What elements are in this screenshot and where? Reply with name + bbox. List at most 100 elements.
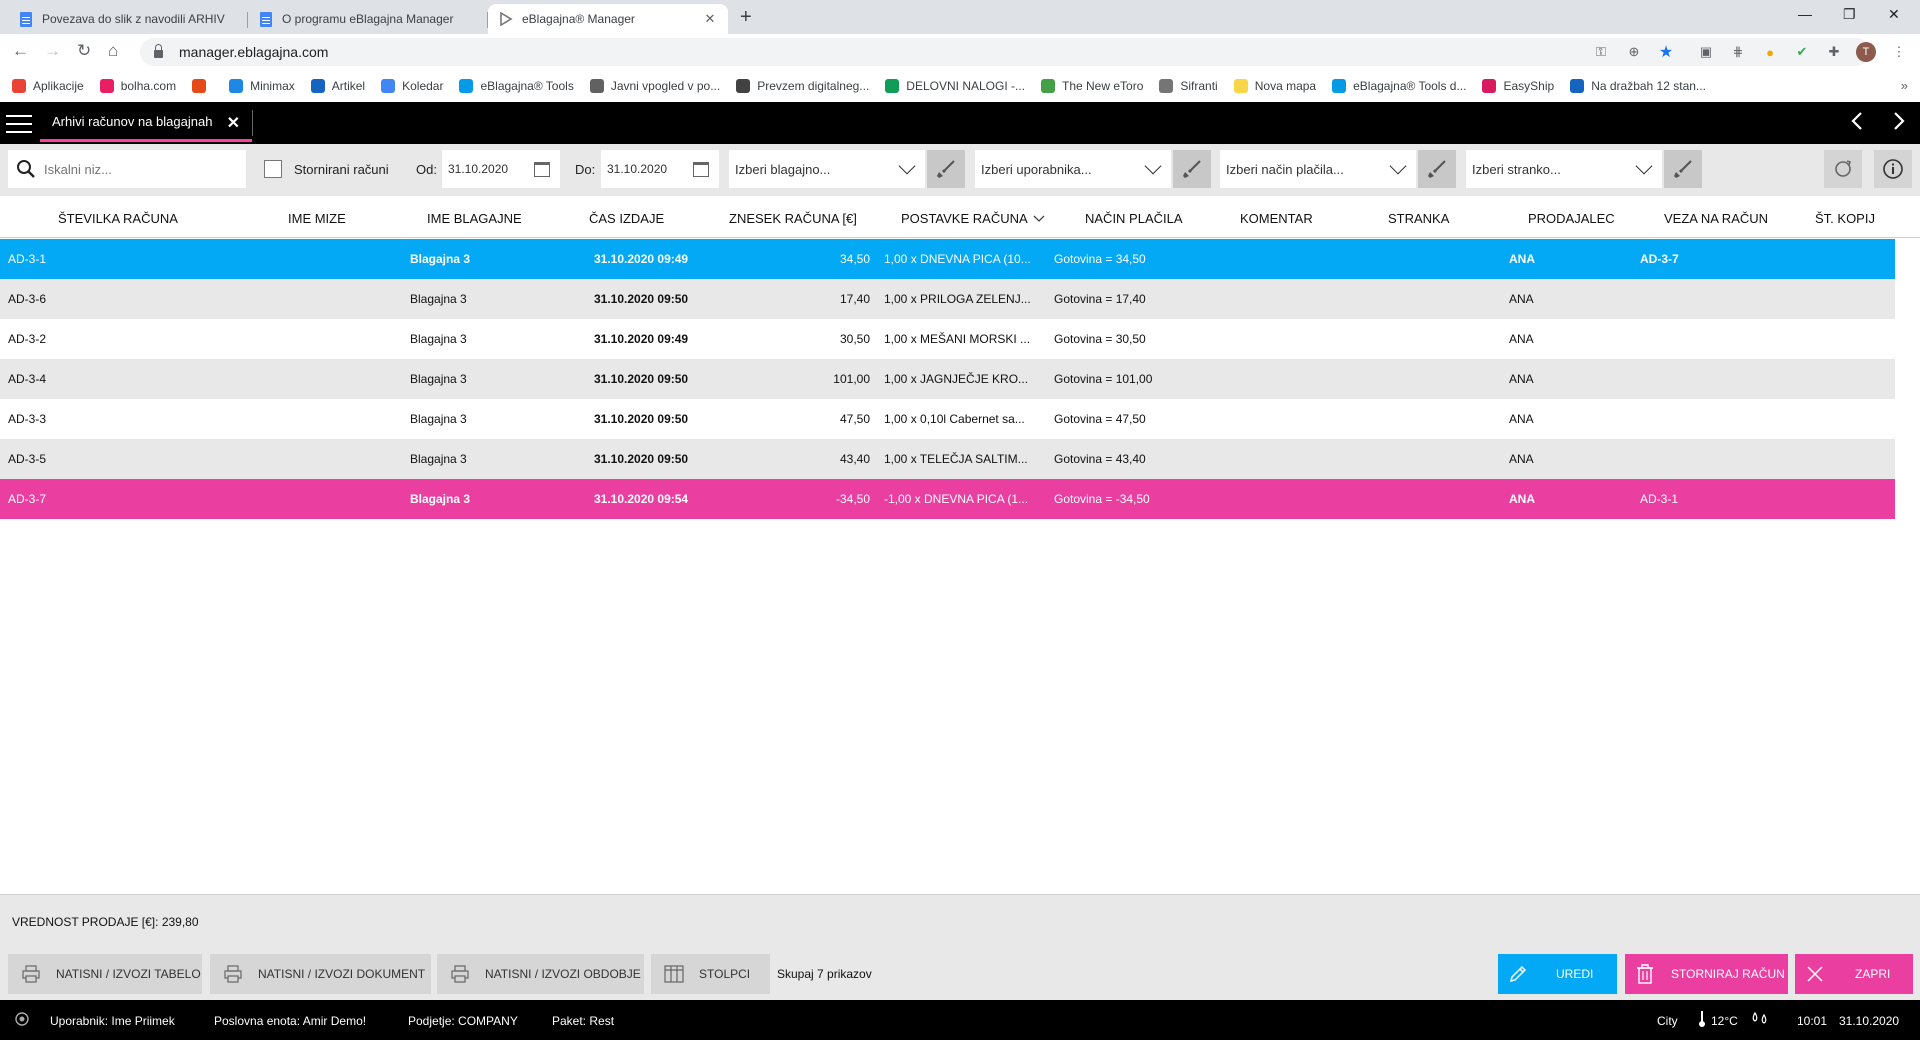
register-select[interactable]: Izberi blagajno... (729, 150, 925, 188)
column-header-table[interactable]: IME MIZE (288, 211, 346, 226)
new-tab-button[interactable]: + (740, 6, 752, 29)
print-period-button[interactable]: NATISNI / IZVOZI OBDOBJE (437, 954, 644, 994)
bookmark-star-icon[interactable]: ★ (1657, 43, 1675, 61)
column-header-customer[interactable]: STRANKA (1388, 211, 1449, 226)
bookmark-item[interactable]: bolha.com (99, 79, 176, 93)
browser-tab[interactable]: O programu eBlagajna Manager (248, 4, 488, 34)
window-close-icon[interactable]: ✕ (1888, 6, 1900, 23)
address-bar[interactable]: manager.eblagajna.com (140, 38, 1870, 66)
refresh-button[interactable] (1824, 150, 1862, 188)
home-icon[interactable]: ⌂ (108, 41, 118, 61)
bookmark-item[interactable]: Minimax (229, 79, 295, 93)
column-header-payment[interactable]: NAČIN PLAČILA (1085, 211, 1183, 226)
info-button[interactable] (1874, 150, 1912, 188)
reload-icon[interactable]: ↻ (77, 41, 91, 61)
customer-select[interactable]: Izberi stranko... (1466, 150, 1662, 188)
columns-button[interactable]: STOLPCI (651, 954, 770, 994)
column-header-time[interactable]: ČAS IZDAJE (589, 211, 664, 226)
print-table-button[interactable]: NATISNI / IZVOZI TABELO (8, 954, 202, 994)
restore-icon[interactable]: ❐ (1843, 6, 1856, 23)
clear-user-button[interactable] (1173, 150, 1211, 188)
bookmark-item[interactable]: Javni vpogled v po... (589, 79, 720, 93)
cell-number: AD-3-5 (8, 452, 47, 466)
cell-amount: 34,50 (839, 252, 870, 266)
storno-filter[interactable]: Stornirani računi (264, 160, 389, 178)
back-icon[interactable]: ← (12, 41, 29, 61)
payment-select[interactable]: Izberi način plačila... (1220, 150, 1416, 188)
bookmark-item[interactable]: eBlagajna® Tools (459, 79, 574, 93)
chevron-right-icon[interactable] (1892, 111, 1906, 137)
key-icon[interactable]: ⚿ (1592, 43, 1610, 61)
minimize-icon[interactable]: — (1798, 6, 1812, 22)
bookmark-item[interactable]: Aplikacije (12, 79, 84, 93)
table-row[interactable]: AD-3-7 Blagajna 3 31.10.2020 09:54 -34,5… (0, 479, 1895, 519)
bookmark-item[interactable]: EasyShip (1482, 79, 1554, 93)
table-row[interactable]: AD-3-2 Blagajna 3 31.10.2020 09:49 30,50… (0, 319, 1895, 359)
table-row[interactable]: AD-3-4 Blagajna 3 31.10.2020 09:50 101,0… (0, 359, 1895, 399)
print-document-button[interactable]: NATISNI / IZVOZI DOKUMENT (210, 954, 431, 994)
hamburger-menu-icon[interactable] (6, 115, 32, 133)
to-date-input[interactable] (607, 162, 691, 176)
to-date-field[interactable] (601, 150, 719, 188)
chevron-left-icon[interactable] (1850, 111, 1864, 137)
zoom-icon[interactable]: ⊕ (1625, 43, 1643, 61)
calendar-icon[interactable] (693, 162, 709, 177)
bookmark-item[interactable]: Nova mapa (1233, 79, 1316, 93)
user-select[interactable]: Izberi uporabnika... (975, 150, 1171, 188)
column-header-number[interactable]: ŠTEVILKA RAČUNA (58, 211, 178, 226)
from-date-input[interactable] (448, 162, 532, 176)
extension-grid-icon[interactable]: ⋕ (1729, 43, 1747, 61)
edit-button[interactable]: UREDI (1498, 954, 1617, 994)
bookmark-item[interactable]: eBlagajna® Tools d... (1332, 79, 1466, 93)
cell-register: Blagajna 3 (410, 252, 471, 266)
table-row[interactable]: AD-3-3 Blagajna 3 31.10.2020 09:50 47,50… (0, 399, 1895, 439)
cell-time: 31.10.2020 09:54 (594, 492, 689, 506)
column-header-copies[interactable]: ŠT. KOPIJ (1815, 211, 1875, 226)
column-header-register[interactable]: IME BLAGAJNE (427, 211, 522, 226)
close-tab-icon[interactable]: ✕ (702, 11, 718, 27)
extension-check-icon[interactable]: ✔ (1793, 43, 1811, 61)
column-header-seller[interactable]: PRODAJALEC (1528, 211, 1615, 226)
cell-payment: Gotovina = 43,40 (1054, 452, 1146, 466)
bookmark-item[interactable] (192, 79, 213, 93)
menu-kebab-icon[interactable]: ⋮ (1890, 43, 1908, 61)
extension-shield-icon[interactable]: ▣ (1697, 43, 1715, 61)
column-header-link[interactable]: VEZA NA RAČUN (1664, 211, 1768, 226)
clear-customer-button[interactable] (1664, 150, 1702, 188)
from-date-field[interactable] (442, 150, 560, 188)
close-button[interactable]: ZAPRI (1795, 954, 1913, 994)
column-header-items[interactable]: POSTAVKE RAČUNA (901, 211, 1045, 226)
calendar-icon[interactable] (534, 162, 550, 177)
bookmark-item[interactable]: Na dražbah 12 stan... (1570, 79, 1706, 93)
storno-button[interactable]: STORNIRAJ RAČUN (1625, 954, 1788, 994)
clear-register-button[interactable] (927, 150, 965, 188)
column-header-amount[interactable]: ZNESEK RAČUNA [€] (729, 211, 857, 226)
clear-payment-button[interactable] (1418, 150, 1456, 188)
app-tab-archive[interactable]: Arhivi računov na blagajnah ✕ (40, 104, 252, 142)
bookmark-item[interactable]: DELOVNI NALOGI -... (885, 79, 1025, 93)
column-header-comment[interactable]: KOMENTAR (1240, 211, 1313, 226)
forward-icon[interactable]: → (44, 41, 61, 61)
table-row[interactable]: AD-3-5 Blagajna 3 31.10.2020 09:50 43,40… (0, 439, 1895, 479)
bookmark-item[interactable]: The New eToro (1041, 79, 1143, 93)
print-table-label: NATISNI / IZVOZI TABELO (56, 967, 201, 981)
extensions-puzzle-icon[interactable]: ✚ (1825, 43, 1843, 61)
bookmark-item[interactable]: Artikel (310, 79, 365, 93)
search-box[interactable] (8, 150, 246, 188)
cell-time: 31.10.2020 09:50 (594, 452, 689, 466)
bookmark-item[interactable]: Prevzem digitalneg... (736, 79, 869, 93)
table-row[interactable]: AD-3-6 Blagajna 3 31.10.2020 09:50 17,40… (0, 279, 1895, 319)
bookmarks-overflow-icon[interactable]: » (1901, 78, 1908, 93)
storno-checkbox[interactable] (264, 160, 282, 178)
bookmark-item[interactable]: Koledar (381, 79, 443, 93)
extension-chat-icon[interactable]: ● (1761, 43, 1779, 61)
cell-register: Blagajna 3 (410, 372, 467, 386)
browser-tab[interactable]: Povezava do slik z navodili ARHIV (8, 4, 248, 34)
bookmark-label: Sifranti (1180, 79, 1218, 93)
bookmark-item[interactable]: Sifranti (1159, 79, 1218, 93)
browser-tab-active[interactable]: eBlagajna® Manager ✕ (488, 4, 728, 34)
table-row[interactable]: AD-3-1 Blagajna 3 31.10.2020 09:49 34,50… (0, 239, 1895, 279)
search-input[interactable] (44, 161, 234, 177)
profile-avatar[interactable]: T (1856, 42, 1876, 62)
close-app-tab-icon[interactable]: ✕ (227, 113, 240, 133)
